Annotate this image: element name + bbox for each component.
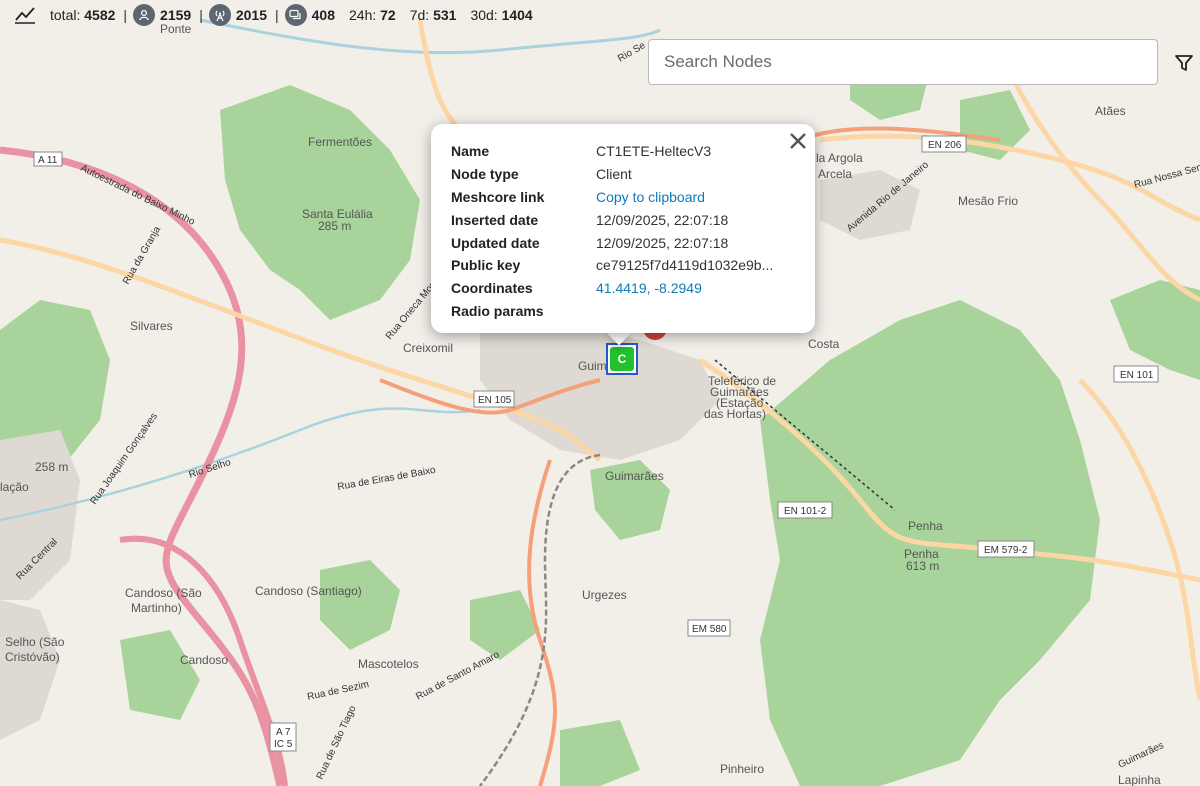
stat-24h-value: 72 bbox=[380, 7, 396, 23]
place-label: Candoso (São bbox=[125, 586, 202, 600]
public-key: ce79125f7d4119d1032e9b... bbox=[596, 257, 774, 274]
stat-7d: 7d: 531 bbox=[410, 7, 457, 23]
rooms-value: 408 bbox=[311, 7, 335, 23]
svg-text:EN 105: EN 105 bbox=[478, 395, 512, 406]
place-label: la Argola bbox=[816, 151, 863, 165]
node-popup: Name CT1ETE-HeltecV3 Node type Client Me… bbox=[431, 124, 815, 333]
place-label: Atães bbox=[1095, 104, 1126, 118]
svg-text:EM 580: EM 580 bbox=[692, 624, 727, 635]
svg-text:EN 206: EN 206 bbox=[928, 140, 962, 151]
place-label: Costa bbox=[808, 337, 840, 351]
place-label: Arcela bbox=[818, 167, 852, 181]
total-stat: total: 4582 bbox=[50, 7, 115, 23]
stats-bar: total: 4582 | 2159 | 2015 | 408 24h: 72 … bbox=[0, 0, 1200, 30]
stat-30d-label: 30d: bbox=[470, 7, 498, 23]
svg-text:A 7: A 7 bbox=[276, 727, 291, 738]
svg-text:A 11: A 11 bbox=[38, 155, 58, 166]
search-input[interactable] bbox=[648, 39, 1158, 85]
place-label: Fermentões bbox=[308, 135, 372, 149]
row-key: Coordinates bbox=[451, 280, 533, 297]
place-label: Penha bbox=[908, 519, 943, 533]
node-type: Client bbox=[596, 166, 632, 183]
row-updated-date: Updated date 12/09/2025, 22:07:18 bbox=[451, 231, 773, 254]
clients-stat: 2159 bbox=[133, 4, 191, 26]
row-inserted-date: Inserted date 12/09/2025, 22:07:18 bbox=[451, 208, 773, 231]
map-canvas[interactable]: Fermentões Santa Eulália 285 m Silvares … bbox=[0, 0, 1200, 786]
chat-icon bbox=[284, 4, 307, 26]
place-label: Candoso (Santiago) bbox=[255, 584, 362, 598]
row-key: Node type bbox=[451, 166, 519, 183]
separator: | bbox=[275, 7, 279, 23]
row-radio-params: Radio params bbox=[451, 300, 773, 323]
stat-30d-value: 1404 bbox=[501, 7, 533, 23]
place-label: 258 m bbox=[35, 460, 68, 474]
rooms-stat: 408 bbox=[284, 4, 335, 26]
place-label: Pinheiro bbox=[720, 762, 764, 776]
place-label: Selho (São bbox=[5, 635, 65, 649]
copy-to-clipboard-link[interactable]: Copy to clipboard bbox=[596, 189, 705, 205]
place-label: 285 m bbox=[318, 219, 351, 233]
station-label: Guimarães bbox=[605, 469, 664, 483]
place-label: Creixomil bbox=[403, 341, 453, 355]
node-details-table: Name CT1ETE-HeltecV3 Node type Client Me… bbox=[451, 140, 773, 322]
total-label: total: bbox=[50, 7, 81, 23]
place-label: Lapinha bbox=[1118, 773, 1161, 786]
row-meshcore-link: Meshcore link Copy to clipboard bbox=[451, 186, 773, 209]
svg-text:EM 579-2: EM 579-2 bbox=[984, 545, 1028, 556]
place-label: lação bbox=[0, 480, 29, 494]
stat-24h-label: 24h: bbox=[349, 7, 377, 23]
node-marker-letter: C bbox=[610, 347, 634, 371]
place-label: Martinho) bbox=[131, 601, 182, 615]
stat-7d-label: 7d: bbox=[409, 7, 430, 23]
person-icon bbox=[133, 4, 156, 26]
place-label: Candoso bbox=[180, 653, 228, 667]
row-key: Inserted date bbox=[451, 211, 539, 228]
svg-text:EN 101-2: EN 101-2 bbox=[784, 506, 827, 517]
row-node-type: Node type Client bbox=[451, 163, 773, 186]
row-key: Public key bbox=[451, 257, 521, 274]
place-label: das Hortas) bbox=[704, 407, 766, 421]
chart-icon[interactable] bbox=[14, 6, 36, 24]
row-key: Radio params bbox=[451, 302, 544, 319]
updated-date: 12/09/2025, 22:07:18 bbox=[596, 234, 729, 251]
place-label: Urgezes bbox=[582, 588, 627, 602]
stat-7d-value: 531 bbox=[433, 7, 457, 23]
stat-30d: 30d: 1404 bbox=[470, 7, 532, 23]
row-public-key: Public key ce79125f7d4119d1032e9b... bbox=[451, 254, 773, 277]
svg-text:EN 101: EN 101 bbox=[1120, 370, 1154, 381]
repeaters-stat: 2015 bbox=[208, 4, 267, 26]
separator: | bbox=[199, 7, 203, 23]
row-name: Name CT1ETE-HeltecV3 bbox=[451, 140, 773, 163]
clients-value: 2159 bbox=[160, 7, 192, 23]
node-name: CT1ETE-HeltecV3 bbox=[596, 143, 712, 160]
antenna-icon bbox=[208, 4, 231, 26]
svg-text:IC 5: IC 5 bbox=[274, 739, 293, 750]
inserted-date: 12/09/2025, 22:07:18 bbox=[596, 211, 729, 228]
stat-24h: 24h: 72 bbox=[349, 7, 396, 23]
coordinates-link[interactable]: 41.4419, -8.2949 bbox=[596, 280, 702, 296]
row-key: Updated date bbox=[451, 234, 540, 251]
filter-icon[interactable] bbox=[1174, 53, 1194, 73]
row-coordinates: Coordinates 41.4419, -8.2949 bbox=[451, 277, 773, 300]
total-value: 4582 bbox=[84, 7, 116, 23]
repeaters-value: 2015 bbox=[235, 7, 267, 23]
place-label: Silvares bbox=[130, 319, 173, 333]
close-icon[interactable] bbox=[789, 132, 807, 150]
row-key: Name bbox=[451, 143, 490, 160]
place-label: Cristóvão) bbox=[5, 650, 60, 664]
place-label: Mascotelos bbox=[358, 657, 419, 671]
row-key: Meshcore link bbox=[451, 188, 545, 205]
separator: | bbox=[123, 7, 128, 23]
place-label: 613 m bbox=[906, 559, 939, 573]
radio-params bbox=[596, 300, 773, 323]
node-marker[interactable]: C bbox=[606, 343, 638, 375]
place-label: Mesão Frio bbox=[958, 194, 1018, 208]
